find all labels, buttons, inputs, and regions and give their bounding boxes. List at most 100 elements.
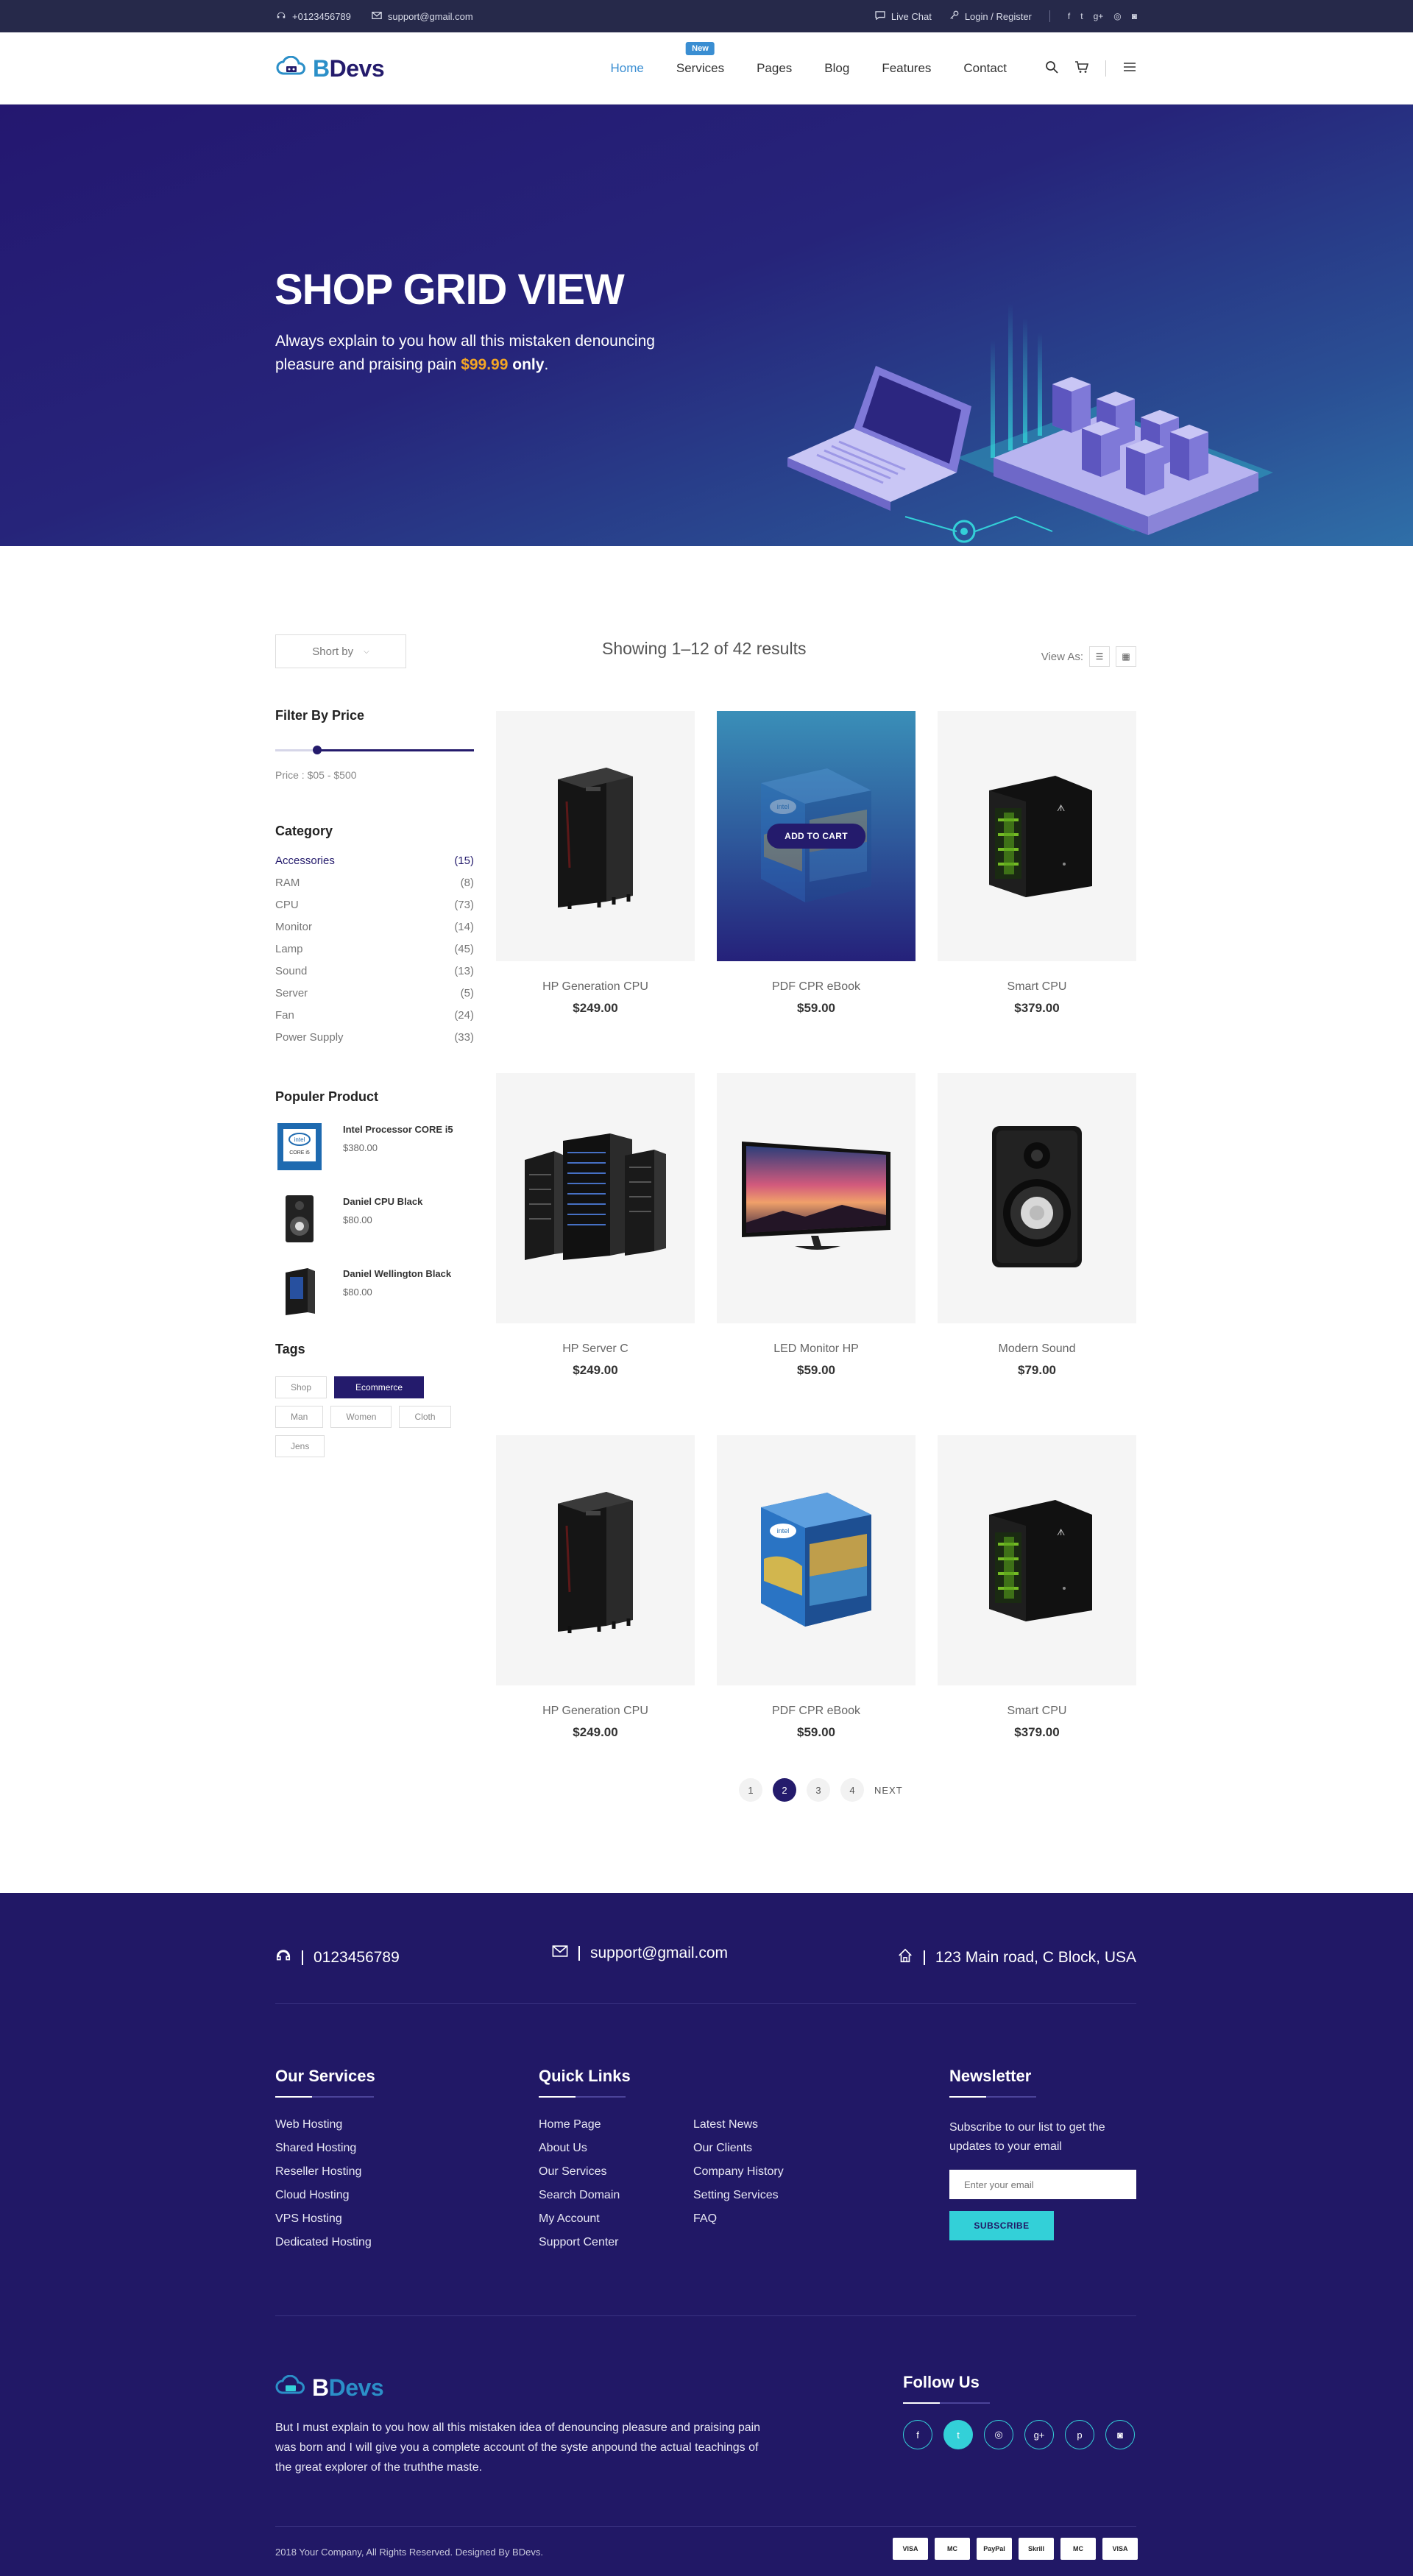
category-name[interactable]: Sound <box>275 965 307 977</box>
add-to-cart-button[interactable]: ADD TO CART <box>767 824 865 849</box>
product-card[interactable]: intel ADD TO CART PDF CPR eBook $59.00 <box>717 711 916 1073</box>
category-item[interactable]: Accessories (15) <box>275 849 474 871</box>
product-image[interactable]: intel <box>717 1435 916 1685</box>
category-item[interactable]: Lamp (45) <box>275 938 474 960</box>
instagram-icon[interactable]: ◙ <box>1105 2420 1135 2449</box>
category-name[interactable]: RAM <box>275 877 300 889</box>
category-name[interactable]: Accessories <box>275 854 335 867</box>
topbar-email[interactable]: support@gmail.com <box>372 11 473 22</box>
nav-blog[interactable]: Blog <box>824 61 849 76</box>
subscribe-button[interactable]: SUBSCRIBE <box>949 2211 1054 2240</box>
footer-link[interactable]: Our Clients <box>693 2142 784 2165</box>
price-slider[interactable] <box>275 743 474 757</box>
category-item[interactable]: RAM (8) <box>275 871 474 894</box>
twitter-icon[interactable]: t <box>1080 11 1083 21</box>
facebook-icon[interactable]: f <box>903 2420 932 2449</box>
page-2[interactable]: 2 <box>773 1778 796 1802</box>
instagram-icon[interactable]: ◙ <box>1132 11 1137 21</box>
footer-link[interactable]: Reseller Hosting <box>275 2165 375 2189</box>
google-plus-icon[interactable]: g+ <box>1024 2420 1054 2449</box>
footer-link[interactable]: VPS Hosting <box>275 2212 375 2236</box>
page-4[interactable]: 4 <box>840 1778 864 1802</box>
product-card[interactable]: HP Generation CPU $249.00 <box>496 1435 695 1797</box>
product-name[interactable]: HP Generation CPU <box>496 980 695 994</box>
category-name[interactable]: Power Supply <box>275 1031 344 1044</box>
nav-contact[interactable]: Contact <box>963 61 1007 76</box>
product-image[interactable] <box>717 1073 916 1323</box>
category-item[interactable]: Sound (13) <box>275 960 474 982</box>
product-image[interactable] <box>938 1073 1136 1323</box>
tag[interactable]: Ecommerce <box>334 1376 425 1398</box>
footer-link[interactable]: My Account <box>539 2212 693 2236</box>
category-name[interactable]: CPU <box>275 899 299 911</box>
category-item[interactable]: Monitor (14) <box>275 916 474 938</box>
page-1[interactable]: 1 <box>739 1778 762 1802</box>
menu-icon[interactable] <box>1122 61 1137 77</box>
tag[interactable]: Shop <box>275 1376 327 1398</box>
nav-pages[interactable]: Pages <box>757 61 792 76</box>
popular-item[interactable]: intel CORE i5 Intel Processor CORE i5 $38… <box>275 1121 474 1172</box>
tag[interactable]: Man <box>275 1406 324 1428</box>
search-icon[interactable] <box>1045 60 1058 77</box>
footer-link[interactable]: Web Hosting <box>275 2118 375 2142</box>
nav-features[interactable]: Features <box>882 61 931 76</box>
product-image[interactable] <box>496 1435 695 1685</box>
footer-link[interactable]: Cloud Hosting <box>275 2189 375 2212</box>
footer-link[interactable]: Latest News <box>693 2118 784 2142</box>
pinterest-icon[interactable]: p <box>1065 2420 1094 2449</box>
twitter-icon[interactable]: t <box>943 2420 973 2449</box>
category-name[interactable]: Server <box>275 987 308 999</box>
category-item[interactable]: Power Supply (33) <box>275 1026 474 1048</box>
google-plus-icon[interactable]: g+ <box>1094 11 1104 21</box>
product-card[interactable]: LED Monitor HP $59.00 <box>717 1073 916 1435</box>
grid-view-icon[interactable]: ▦ <box>1116 646 1136 667</box>
live-chat-link[interactable]: Live Chat <box>875 11 932 22</box>
login-register-link[interactable]: Login / Register <box>949 10 1032 22</box>
product-image[interactable] <box>496 711 695 961</box>
tag[interactable]: Women <box>330 1406 392 1428</box>
cart-icon[interactable] <box>1074 60 1089 77</box>
category-name[interactable]: Fan <box>275 1009 294 1022</box>
dribbble-icon[interactable]: ◎ <box>1113 11 1121 21</box>
sort-by-select[interactable]: Short by ⌵ <box>275 634 406 668</box>
footer-link[interactable]: Shared Hosting <box>275 2142 375 2165</box>
newsletter-email-input[interactable] <box>949 2170 1136 2199</box>
footer-link[interactable]: Support Center <box>539 2236 693 2260</box>
product-name[interactable]: HP Generation CPU <box>496 1705 695 1718</box>
product-card[interactable]: HP Server C $249.00 <box>496 1073 695 1435</box>
footer-phone[interactable]: 0123456789 <box>275 1947 400 1968</box>
product-name[interactable]: HP Server C <box>496 1342 695 1356</box>
dribbble-icon[interactable]: ◎ <box>984 2420 1013 2449</box>
product-image[interactable]: ᗑ <box>938 711 1136 961</box>
nav-services[interactable]: New Services <box>676 42 724 76</box>
product-name[interactable]: Smart CPU <box>938 1705 1136 1718</box>
next-page-link[interactable]: NEXT <box>874 1785 903 1796</box>
popular-item[interactable]: Daniel CPU Black $80.00 <box>275 1193 474 1245</box>
product-card[interactable]: intel PDF CPR eBook $59.00 <box>717 1435 916 1797</box>
category-item[interactable]: Server (5) <box>275 982 474 1004</box>
tag[interactable]: Jens <box>275 1435 325 1457</box>
footer-link[interactable]: Dedicated Hosting <box>275 2236 375 2260</box>
product-image[interactable]: ᗑ <box>938 1435 1136 1685</box>
product-name[interactable]: Smart CPU <box>938 980 1136 994</box>
category-item[interactable]: CPU (73) <box>275 894 474 916</box>
facebook-icon[interactable]: f <box>1068 11 1070 21</box>
footer-link[interactable]: About Us <box>539 2142 693 2165</box>
footer-link[interactable]: Home Page <box>539 2118 693 2142</box>
category-name[interactable]: Lamp <box>275 943 303 955</box>
category-item[interactable]: Fan (24) <box>275 1004 474 1026</box>
footer-link[interactable]: Our Services <box>539 2165 693 2189</box>
nav-home[interactable]: Home <box>611 61 644 76</box>
product-card[interactable]: Modern Sound $79.00 <box>938 1073 1136 1435</box>
popular-item-name[interactable]: Intel Processor CORE i5 <box>343 1124 453 1135</box>
footer-link[interactable]: FAQ <box>693 2212 784 2236</box>
category-name[interactable]: Monitor <box>275 921 312 933</box>
popular-item[interactable]: Daniel Wellington Black $80.00 <box>275 1265 474 1317</box>
slider-handle[interactable] <box>312 746 322 754</box>
list-view-icon[interactable]: ☰ <box>1089 646 1110 667</box>
product-image[interactable]: intel ADD TO CART <box>717 711 916 961</box>
product-card[interactable]: HP Generation CPU $249.00 <box>496 711 695 1073</box>
tag[interactable]: Cloth <box>399 1406 451 1428</box>
product-name[interactable]: PDF CPR eBook <box>717 1705 916 1718</box>
footer-logo[interactable]: BDevs <box>275 2374 776 2402</box>
